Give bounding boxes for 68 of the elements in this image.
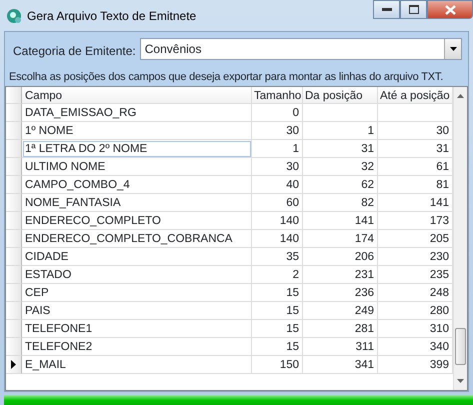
table-cell[interactable]: 15 xyxy=(252,284,303,302)
column-header[interactable]: Tamanho xyxy=(252,87,303,104)
current-row-icon xyxy=(11,360,16,369)
table-cell[interactable]: 60 xyxy=(252,194,303,212)
table-cell[interactable]: 1 xyxy=(252,140,303,158)
table-cell[interactable]: 174 xyxy=(303,230,378,248)
table-cell[interactable]: 311 xyxy=(303,338,378,356)
empty-cell[interactable] xyxy=(303,104,378,122)
table-cell[interactable]: ENDERECO_COMPLETO xyxy=(22,212,252,230)
table-cell[interactable]: TELEFONE2 xyxy=(22,338,252,356)
scroll-up-icon[interactable] xyxy=(457,94,464,98)
table-cell[interactable]: 82 xyxy=(303,194,378,212)
scrollbar-thumb[interactable] xyxy=(455,328,466,365)
table-cell[interactable]: 0 xyxy=(252,104,303,122)
table-cell[interactable]: 15 xyxy=(252,302,303,320)
vertical-scrollbar[interactable] xyxy=(453,87,467,390)
scroll-down-icon[interactable] xyxy=(457,379,464,383)
minimize-button[interactable] xyxy=(373,0,400,19)
table-cell[interactable]: TELEFONE1 xyxy=(22,320,252,338)
table-cell[interactable]: 30 xyxy=(252,122,303,140)
table-cell[interactable]: 341 xyxy=(303,356,378,374)
row-header[interactable] xyxy=(6,356,22,374)
table-cell[interactable]: 30 xyxy=(252,158,303,176)
table-cell[interactable]: 40 xyxy=(252,176,303,194)
table-cell[interactable]: 141 xyxy=(303,212,378,230)
table-cell[interactable]: 249 xyxy=(303,302,378,320)
maximize-button[interactable] xyxy=(400,0,427,19)
table-cell[interactable]: DATA_EMISSAO_RG xyxy=(22,104,252,122)
table-cell[interactable]: 32 xyxy=(303,158,378,176)
table-cell[interactable]: CAMPO_COMBO_4 xyxy=(22,176,252,194)
table-cell[interactable]: 31 xyxy=(303,140,378,158)
minimize-icon xyxy=(382,8,392,12)
maximize-icon xyxy=(408,5,418,14)
corner-header xyxy=(6,87,22,104)
table-cell[interactable]: E_MAIL xyxy=(22,356,252,374)
category-label: Categoria de Emitente: xyxy=(13,43,136,60)
table-cell[interactable]: CEP xyxy=(22,284,252,302)
table-cell[interactable]: CIDADE xyxy=(22,248,252,266)
table-cell[interactable]: ENDERECO_COMPLETO_COBRANCA xyxy=(22,230,252,248)
table-cell[interactable]: 1º NOME xyxy=(22,122,252,140)
table-cell[interactable]: 281 xyxy=(303,320,378,338)
table-cell[interactable]: 62 xyxy=(303,176,378,194)
table-cell[interactable]: 236 xyxy=(303,284,378,302)
instruction-text: Escolha as posições dos campos que deseja exportar para montar as linhas do arquivo TXT. xyxy=(8,70,444,85)
table-cell[interactable]: 231 xyxy=(303,266,378,284)
table-cell[interactable]: ULTIMO NOME xyxy=(22,158,252,176)
dropdown-arrow-icon xyxy=(450,47,456,51)
column-header[interactable]: Campo xyxy=(22,87,252,104)
table-cell[interactable]: 206 xyxy=(303,248,378,266)
close-icon xyxy=(444,4,456,14)
table-cell[interactable]: 1ª LETRA DO 2º NOME xyxy=(22,140,252,158)
table-cell[interactable]: ESTADO xyxy=(22,266,252,284)
window-title: Gera Arquivo Texto de Emitnete xyxy=(27,8,196,24)
table-cell[interactable]: 140 xyxy=(252,212,303,230)
category-dropdown[interactable]: Convênios xyxy=(140,38,462,60)
close-button[interactable] xyxy=(427,0,473,19)
app-icon xyxy=(6,8,22,24)
table-cell[interactable]: 15 xyxy=(252,338,303,356)
table-cell[interactable]: 150 xyxy=(252,356,303,374)
column-header[interactable]: Da posição xyxy=(303,87,378,104)
table-cell[interactable]: 2 xyxy=(252,266,303,284)
table-cell[interactable]: 1 xyxy=(303,122,378,140)
table-cell[interactable]: NOME_FANTASIA xyxy=(22,194,252,212)
table-cell[interactable]: PAIS xyxy=(22,302,252,320)
table-cell[interactable]: 15 xyxy=(252,320,303,338)
table-cell[interactable]: 140 xyxy=(252,230,303,248)
column-header[interactable]: Até a posição xyxy=(378,87,453,104)
table-cell[interactable]: 35 xyxy=(252,248,303,266)
